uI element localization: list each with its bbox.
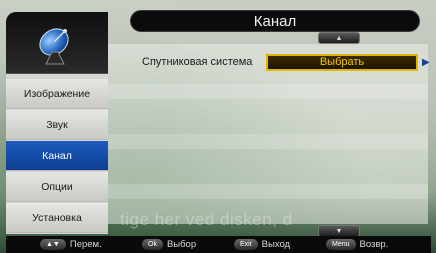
- setting-value-select[interactable]: Выбрать: [266, 53, 418, 71]
- sidebar-item-setup[interactable]: Установка: [6, 203, 108, 233]
- setting-row-satellite-system[interactable]: Спутниковая система Выбрать ▶: [108, 53, 430, 71]
- panel-stripe: [108, 184, 428, 199]
- sidebar-item-image[interactable]: Изображение: [6, 79, 108, 109]
- settings-panel: [108, 44, 428, 224]
- sidebar-item-label: Изображение: [23, 87, 91, 100]
- sidebar-header: [6, 12, 108, 74]
- hint-exit: Exit Выход: [234, 239, 290, 250]
- sidebar-item-label: Канал: [42, 149, 72, 162]
- triangle-down-icon: ▼: [335, 227, 343, 235]
- hint-select: Ok Выбор: [142, 239, 196, 250]
- title-bar: Канал: [130, 10, 420, 32]
- page-title: Канал: [253, 12, 297, 30]
- sidebar-item-label: Звук: [46, 118, 68, 131]
- chevron-right-icon: ▶: [422, 56, 430, 68]
- satellite-dish-icon: [39, 28, 69, 65]
- hint-bar: ▲▼ Перем. Ok Выбор Exit Выход Menu Возвр…: [6, 236, 431, 253]
- sidebar-item-options[interactable]: Опции: [6, 172, 108, 202]
- exit-key-icon: Exit: [234, 239, 258, 250]
- panel-stripe: [108, 134, 428, 149]
- hint-label: Выбор: [166, 239, 197, 250]
- sidebar-item-channel[interactable]: Канал: [6, 141, 108, 171]
- hint-label: Перем.: [69, 239, 102, 250]
- panel-stripe: [108, 84, 428, 99]
- scroll-up-button[interactable]: ▲: [318, 32, 360, 44]
- setting-value-text: Выбрать: [319, 56, 365, 68]
- menu-key-icon: Menu: [326, 239, 356, 250]
- sidebar-menu: Изображение Звук Канал Опции Установка: [6, 12, 108, 234]
- sidebar-item-label: Опции: [41, 180, 73, 193]
- ok-key-icon: Ok: [142, 239, 163, 250]
- hint-label: Выход: [261, 239, 291, 250]
- hint-back: Menu Возвр.: [326, 239, 388, 250]
- sidebar-item-sound[interactable]: Звук: [6, 110, 108, 140]
- triangle-up-icon: ▲: [335, 34, 343, 42]
- setting-label: Спутниковая система: [142, 56, 253, 68]
- up-down-key-icon: ▲▼: [40, 239, 66, 250]
- hint-move: ▲▼ Перем.: [40, 239, 102, 250]
- sidebar-item-label: Установка: [32, 211, 82, 224]
- hint-label: Возвр.: [359, 239, 389, 250]
